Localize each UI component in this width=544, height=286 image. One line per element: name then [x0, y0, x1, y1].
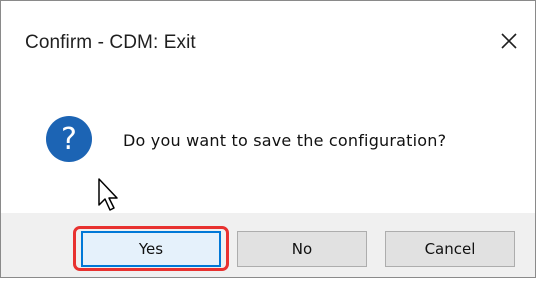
- mouse-cursor-icon: [98, 178, 118, 211]
- close-icon: [501, 33, 517, 49]
- button-bar: Yes No Cancel: [1, 213, 535, 277]
- confirm-dialog: Confirm - CDM: Exit ? Do you want to sav…: [0, 0, 536, 278]
- question-icon: ?: [46, 116, 92, 162]
- no-button[interactable]: No: [237, 231, 367, 267]
- yes-button[interactable]: Yes: [81, 231, 221, 267]
- title-bar: Confirm - CDM: Exit: [1, 1, 535, 83]
- dialog-message: Do you want to save the configuration?: [123, 131, 447, 150]
- cancel-button[interactable]: Cancel: [385, 231, 515, 267]
- dialog-content: ? Do you want to save the configuration?: [1, 83, 535, 213]
- dialog-title: Confirm - CDM: Exit: [25, 32, 196, 53]
- close-button[interactable]: [487, 21, 531, 61]
- svg-text:?: ?: [61, 122, 77, 157]
